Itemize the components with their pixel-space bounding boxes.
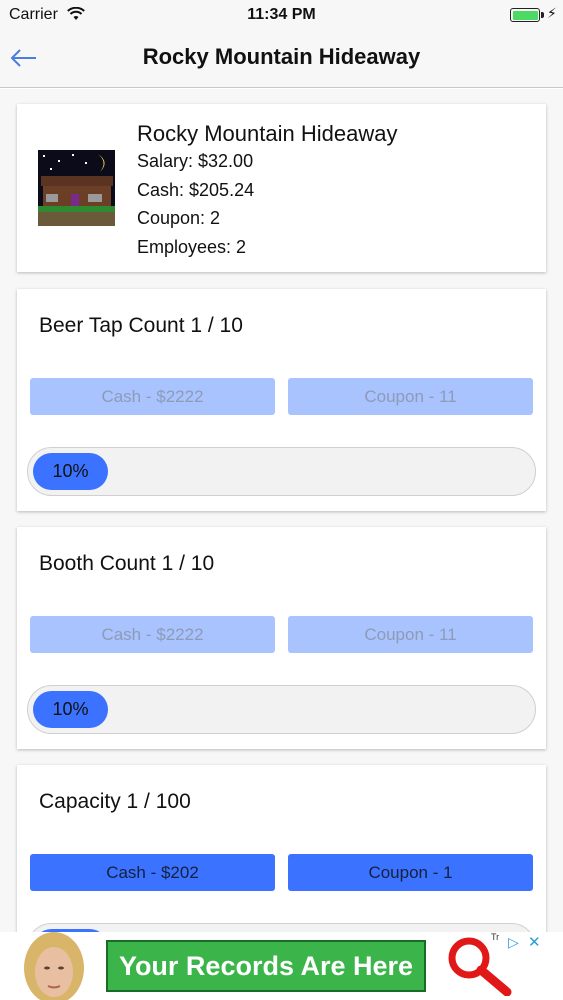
ad-tr-label: Tr: [491, 932, 500, 942]
progress-bar: [27, 923, 536, 932]
upgrade-card-beer-tap: Beer Tap Count 1 / 10 Cash - $2222 Coupo…: [17, 289, 546, 511]
navigation-bar: Rocky Mountain Hideaway: [0, 30, 563, 88]
status-bar: Carrier 11:34 PM ⚡: [0, 0, 563, 30]
buy-with-cash-button[interactable]: Cash - $2222: [30, 616, 275, 653]
progress-bar: 10%: [27, 447, 536, 496]
cabin-thumbnail-image: [38, 150, 115, 226]
upgrade-title: Beer Tap Count 1 / 10: [39, 314, 243, 337]
buy-with-cash-button[interactable]: Cash - $202: [30, 854, 275, 891]
battery-icon: [510, 8, 540, 22]
page-title: Rocky Mountain Hideaway: [142, 44, 421, 69]
cash-label: Cash: $205.24: [137, 180, 255, 200]
employees-label: Employees: 2: [137, 237, 247, 257]
ad-choices-icon[interactable]: ▷: [508, 934, 519, 951]
upgrade-title: Booth Count 1 / 10: [39, 552, 215, 575]
coupon-label: Coupon: 2: [137, 208, 221, 228]
salary-label: Salary: $32.00: [137, 151, 254, 171]
upgrade-card-capacity: Capacity 1 / 100 Cash - $202 Coupon - 1: [17, 765, 546, 932]
buy-with-cash-button[interactable]: Cash - $2222: [30, 378, 275, 415]
upgrade-card-booth: Booth Count 1 / 10 Cash - $2222 Coupon -…: [17, 527, 546, 749]
progress-fill: 10%: [33, 453, 108, 490]
ad-headline-button[interactable]: Your Records Are Here: [106, 940, 426, 992]
progress-fill: 10%: [33, 691, 108, 728]
business-name: Rocky Mountain Hideaway: [137, 121, 398, 146]
clock: 11:34 PM: [247, 6, 316, 23]
buy-with-coupon-button[interactable]: Coupon - 11: [288, 616, 533, 653]
buy-with-coupon-button[interactable]: Coupon - 11: [288, 378, 533, 415]
upgrade-title: Capacity 1 / 100: [39, 790, 191, 813]
progress-bar: 10%: [27, 685, 536, 734]
ad-banner[interactable]: Your Records Are Here Tr ▷ ✕: [0, 932, 563, 1000]
content-scroll[interactable]: Rocky Mountain Hideaway Salary: $32.00 C…: [0, 89, 563, 932]
business-summary-card: Rocky Mountain Hideaway Salary: $32.00 C…: [17, 104, 546, 272]
charging-icon: ⚡: [547, 5, 557, 21]
buy-with-coupon-button[interactable]: Coupon - 1: [288, 854, 533, 891]
ad-close-icon[interactable]: ✕: [528, 933, 541, 951]
battery-tip: [541, 12, 544, 18]
ad-person-image: [15, 932, 93, 1000]
